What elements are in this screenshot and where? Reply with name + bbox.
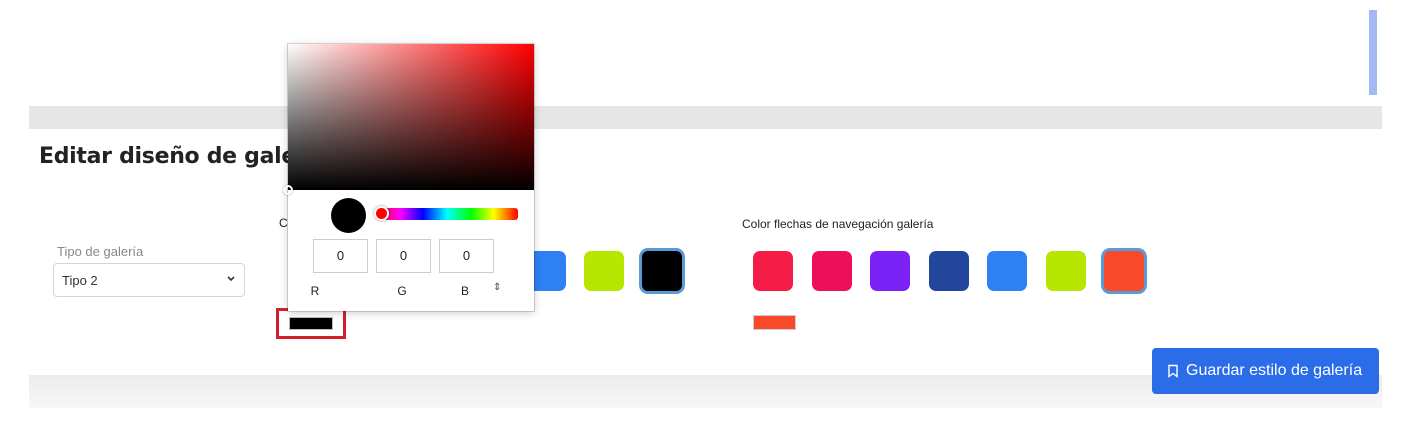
chevron-down-icon: [227, 276, 235, 282]
color-swatch-3[interactable]: [639, 248, 685, 294]
saturation-area[interactable]: [283, 44, 534, 195]
nav-arrow-color-swatch-6[interactable]: [1045, 251, 1086, 291]
nav-arrow-color-swatch-3[interactable]: [870, 251, 910, 291]
nav-arrows-color-preview[interactable]: [753, 315, 796, 330]
green-input[interactable]: 0: [376, 239, 431, 273]
scrollbar-thumb[interactable]: [1369, 10, 1377, 95]
blue-input[interactable]: 0: [439, 239, 494, 273]
red-input[interactable]: 0: [313, 239, 368, 273]
bookmark-icon: [1168, 364, 1178, 378]
nav-arrow-color-swatch-1[interactable]: [753, 251, 793, 291]
color-section-label: C: [279, 216, 288, 230]
color-mode-toggle-icon[interactable]: ⇕: [493, 282, 501, 293]
gallery-type-select[interactable]: Tipo 2: [53, 263, 245, 297]
page-title: Editar diseño de galerí: [39, 144, 314, 169]
hue-slider[interactable]: [376, 208, 518, 220]
nav-arrows-color-label: Color flechas de navegación galería: [742, 217, 934, 231]
header-band: [29, 106, 1382, 129]
green-label: G: [397, 284, 407, 298]
save-gallery-style-button[interactable]: Guardar estilo de galería: [1152, 348, 1379, 394]
hue-slider-handle[interactable]: [374, 206, 389, 221]
saturation-cursor[interactable]: [283, 185, 293, 195]
nav-arrow-color-swatch-5[interactable]: [987, 251, 1027, 291]
save-button-label: Guardar estilo de galería: [1186, 362, 1363, 379]
gallery-type-label: Tipo de galería: [57, 244, 144, 259]
red-label: R: [310, 284, 320, 298]
color-picker-popup: 0 0 0 R G B ⇕: [283, 44, 534, 311]
nav-arrow-color-swatch-2[interactable]: [811, 251, 852, 291]
current-color-preview-highlight[interactable]: [276, 308, 346, 339]
nav-arrow-color-swatch-7[interactable]: [1101, 248, 1147, 294]
blue-label: B: [460, 284, 469, 298]
gallery-type-value: Tipo 2: [62, 273, 98, 288]
color-swatch-2[interactable]: [584, 251, 624, 291]
nav-arrow-color-swatch-4[interactable]: [928, 251, 969, 291]
current-color-preview[interactable]: [289, 317, 333, 330]
current-color-dot: [331, 198, 366, 233]
